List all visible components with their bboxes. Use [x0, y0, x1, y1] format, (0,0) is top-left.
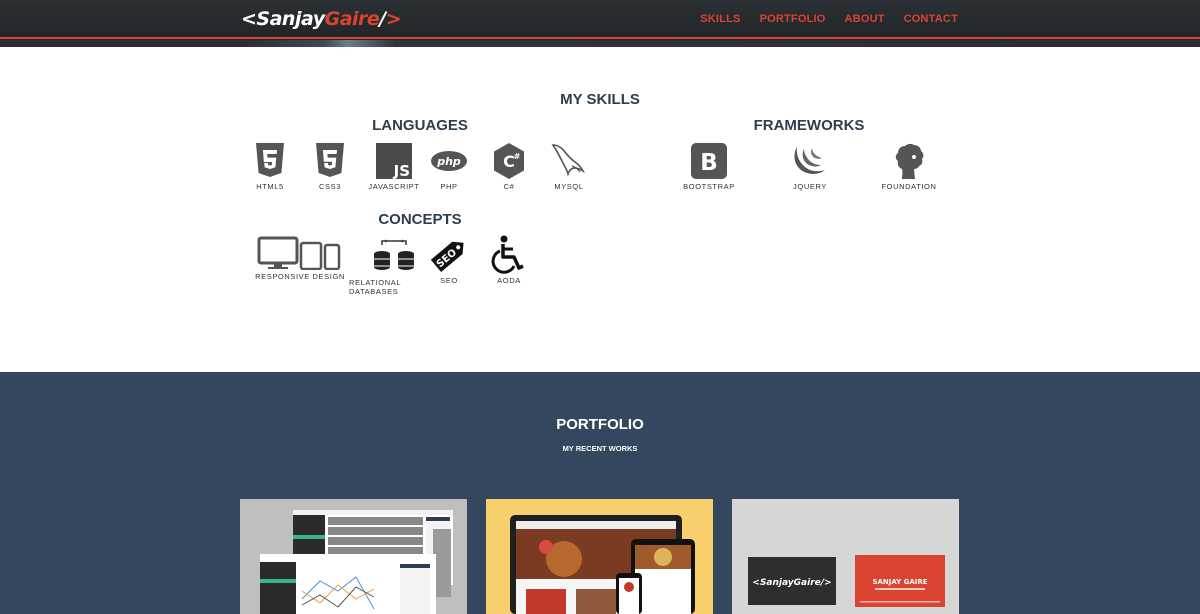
accessibility-icon: [490, 235, 528, 274]
skill-bootstrap: B BOOTSTRAP: [664, 142, 754, 191]
header-photo-strip: [0, 40, 1200, 47]
nav-accent-line: [0, 37, 1200, 39]
skill-aoda: AODA: [464, 235, 554, 285]
brand-logo[interactable]: <Sanjay Gaire / >: [241, 7, 402, 31]
concepts-title: CONCEPTS: [378, 211, 462, 228]
html5-icon: [254, 142, 286, 180]
skill-label: C#: [503, 182, 515, 191]
portfolio-section: PORTFOLIO MY RECENT WORKS <SanjayGaire/>…: [0, 372, 1200, 614]
css3-icon: [314, 142, 346, 180]
skill-label: PHP: [440, 182, 458, 191]
nav-links: SKILLS PORTFOLIO ABOUT CONTACT: [681, 13, 958, 25]
nav-link-portfolio[interactable]: PORTFOLIO: [760, 13, 826, 25]
nav-link-contact[interactable]: CONTACT: [904, 13, 958, 25]
bootstrap-icon: B: [691, 142, 727, 180]
nav-link-skills[interactable]: SKILLS: [700, 13, 740, 25]
frameworks-title: FRAMEWORKS: [753, 117, 865, 134]
portfolio-card-restaurant[interactable]: [486, 499, 713, 614]
brand-logo-part: Gaire: [324, 8, 380, 30]
php-icon: php: [431, 142, 467, 180]
responsive-devices-icon: [257, 236, 343, 270]
skill-label: MYSQL: [554, 182, 584, 191]
skill-label: FOUNDATION: [881, 182, 937, 191]
business-card-logo: <SanjayGaire/>: [752, 578, 831, 588]
portfolio-subtitle: MY RECENT WORKS: [562, 444, 638, 453]
skill-label: SEO: [440, 276, 458, 285]
dashboard-thumbnail: [260, 510, 453, 614]
skill-responsive-design: RESPONSIVE DESIGN: [254, 236, 346, 281]
brand-logo-part: <Sanjay: [241, 8, 325, 30]
skill-label: BOOTSTRAP: [683, 182, 735, 191]
languages-title: LANGUAGES: [372, 117, 468, 134]
portfolio-title: PORTFOLIO: [556, 416, 644, 433]
csharp-icon: C #: [493, 142, 525, 180]
skill-foundation: FOUNDATION: [864, 142, 954, 191]
skill-jquery: JQUERY: [765, 142, 855, 191]
skill-label: AODA: [497, 276, 521, 285]
portfolio-card-dashboard[interactable]: [240, 499, 467, 614]
jquery-icon: [791, 142, 829, 180]
skills-title: MY SKILLS: [560, 91, 640, 108]
navbar: <Sanjay Gaire / > SKILLS PORTFOLIO ABOUT CO…: [0, 0, 1200, 47]
nav-link-about[interactable]: ABOUT: [845, 13, 885, 25]
business-cards-thumbnail: <SanjayGaire/> SANJAY GAIRE: [748, 555, 945, 607]
svg-text:#: #: [514, 152, 521, 161]
skill-label: CSS3: [319, 182, 341, 191]
portfolio-card-business-cards[interactable]: <SanjayGaire/> SANJAY GAIRE: [732, 499, 959, 614]
mysql-icon: [550, 142, 588, 180]
skill-mysql: MYSQL: [524, 142, 614, 191]
business-card-name: SANJAY GAIRE: [872, 578, 927, 586]
skill-label: RESPONSIVE DESIGN: [255, 272, 345, 281]
skill-label: HTML5: [256, 182, 284, 191]
restaurant-thumbnail: [510, 515, 695, 614]
skill-label: JQUERY: [793, 182, 827, 191]
foundation-icon: [892, 142, 926, 180]
svg-text:B: B: [700, 150, 718, 176]
svg-text:php: php: [436, 155, 461, 168]
brand-logo-part: >: [385, 8, 402, 30]
